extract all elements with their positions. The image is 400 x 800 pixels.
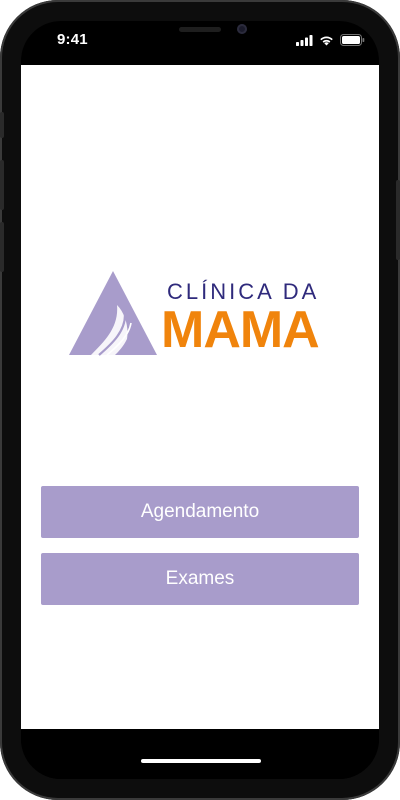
- speaker-grille: [179, 27, 221, 32]
- wifi-icon: [320, 36, 333, 45]
- app-content: CLÍNICA DA MAMA Agendamento Exames: [21, 65, 379, 729]
- logo-mark-icon: [69, 271, 157, 356]
- volume-down-button: [0, 222, 4, 272]
- home-indicator[interactable]: [141, 759, 261, 763]
- exames-button[interactable]: Exames: [41, 553, 359, 605]
- volume-up-button: [0, 160, 4, 210]
- status-bar: 9:41: [21, 21, 379, 65]
- status-icons: [296, 33, 365, 47]
- status-time: 9:41: [57, 31, 88, 48]
- logo-text-mama: MAMA: [161, 301, 320, 359]
- battery-icon: [340, 34, 365, 46]
- cellular-signal-icon: [296, 34, 313, 46]
- front-camera: [237, 24, 247, 34]
- phone-frame: 9:41 CLÍNICA DA MAMA Agendamento Exames: [0, 0, 400, 800]
- power-button: [396, 180, 400, 260]
- screen: 9:41 CLÍNICA DA MAMA Agendamento Exames: [21, 21, 379, 779]
- agendamento-button[interactable]: Agendamento: [41, 486, 359, 538]
- home-indicator-bar: [21, 729, 379, 779]
- mute-switch: [0, 112, 4, 138]
- clinica-da-mama-logo: CLÍNICA DA MAMA: [67, 269, 333, 359]
- notch: [119, 21, 281, 49]
- exames-button-label: Exames: [165, 568, 235, 589]
- agendamento-button-label: Agendamento: [140, 501, 260, 522]
